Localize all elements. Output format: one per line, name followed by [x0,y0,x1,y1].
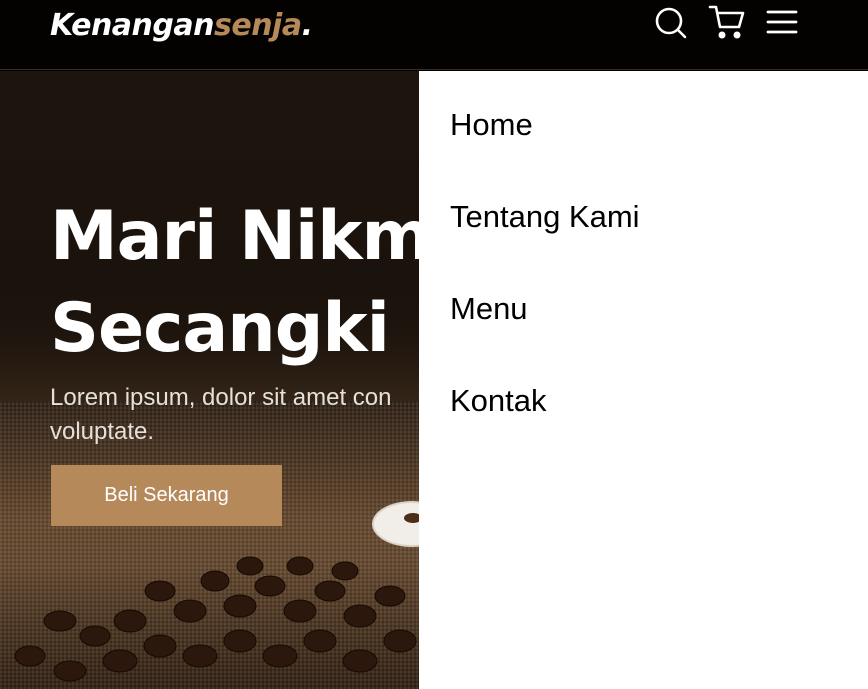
menu-item-home[interactable]: Home [450,107,533,143]
hero-description-line1: Lorem ipsum, dolor sit amet con [50,384,392,411]
shopping-cart-icon[interactable] [708,4,746,40]
hero-title-line1: Mari Nikm [50,197,432,276]
menu-item-kontak[interactable]: Kontak [450,383,547,419]
hero-description-line2: voluptate. [50,418,155,445]
navbar: Kenangansenja. [0,0,868,70]
hamburger-menu-icon[interactable] [766,9,798,35]
brand-name-suffix: . [301,8,313,43]
menu-item-menu[interactable]: Menu [450,291,528,327]
hero-title: Mari Nikm Secangki [50,191,432,375]
hero-title-line2: Secangki [50,289,390,368]
buy-now-button[interactable]: Beli Sekarang [51,465,282,526]
menu-item-tentang-kami[interactable]: Tentang Kami [450,199,640,235]
search-icon[interactable] [654,6,688,40]
brand-name-part2: senja [214,8,302,43]
brand-logo[interactable]: Kenangansenja. [50,8,313,43]
side-navigation-menu: Home Tentang Kami Menu Kontak [419,71,868,689]
brand-name-part1: Kenangan [50,8,215,43]
hero-description: Lorem ipsum, dolor sit amet con voluptat… [50,381,470,449]
